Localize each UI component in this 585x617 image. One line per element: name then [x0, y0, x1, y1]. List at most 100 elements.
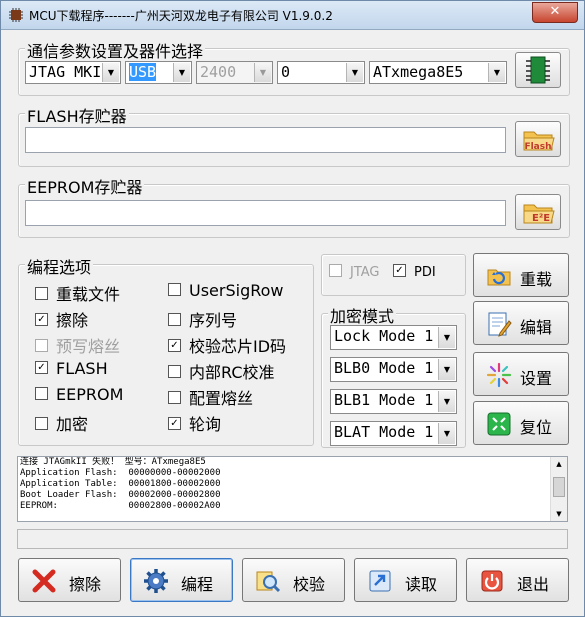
status-bar	[17, 529, 568, 549]
jtag-checkbox[interactable]: JTAG	[329, 264, 380, 280]
option-checkbox[interactable]: ✓ FLASH	[35, 359, 108, 378]
port-select[interactable]: USB ▼	[125, 61, 192, 84]
checkbox-mark	[35, 339, 48, 352]
checkbox-mark	[168, 391, 181, 404]
lock-mode-select[interactable]: Lock Mode 1 ▼	[330, 325, 457, 350]
device-select[interactable]: ATxmega8E5 ▼	[369, 61, 507, 84]
app-icon	[9, 8, 23, 22]
main-window: MCU下载程序-------广州天河双龙电子有限公司 V1.9.0.2 ✕ 通信…	[0, 0, 585, 617]
option-checkbox[interactable]: ✓ 轮询	[168, 411, 221, 435]
option-checkbox[interactable]: ✓ 校验芯片ID码	[168, 333, 286, 357]
log-output[interactable]: 连接 JTAGmkII 失败！ 型号：ATxmega8E5 Application…	[17, 456, 568, 522]
option-label: UserSigRow	[189, 281, 284, 300]
program-button[interactable]: 编程	[130, 558, 233, 602]
svg-text:E²E: E²E	[532, 213, 550, 224]
programmer-value: JTAG MKII	[29, 63, 111, 81]
reload-button[interactable]: 重载	[473, 253, 569, 297]
erase-x-icon	[32, 569, 56, 593]
baud-value: 2400	[200, 63, 237, 81]
read-icon	[369, 570, 391, 592]
baud-select[interactable]: 2400 ▼	[196, 61, 273, 84]
option-checkbox[interactable]: 序列号	[168, 307, 237, 331]
blb1-mode-select[interactable]: BLB1 Mode 1 ▼	[330, 389, 457, 414]
option-label: 擦除	[56, 311, 89, 330]
scroll-down-icon[interactable]: ▼	[551, 507, 567, 521]
option-checkbox[interactable]: 内部RC校准	[168, 359, 275, 383]
chevron-down-icon: ▼	[438, 327, 455, 348]
options-label: 编程选项	[25, 254, 94, 278]
sparkle-icon	[486, 362, 512, 388]
programmer-select[interactable]: JTAG MKII ▼	[25, 61, 121, 84]
chip-icon	[526, 56, 550, 84]
flash-open-button[interactable]: Flash	[515, 121, 561, 157]
checkbox-mark	[35, 387, 48, 400]
eeprom-path-field[interactable]	[25, 200, 506, 226]
erase-button[interactable]: 擦除	[18, 558, 121, 602]
program-label: 编程	[181, 575, 214, 594]
option-checkbox[interactable]: UserSigRow	[168, 281, 284, 300]
scroll-thumb[interactable]	[553, 477, 565, 497]
settings-button[interactable]: 设置	[473, 352, 569, 396]
flash-path-field[interactable]	[25, 127, 506, 153]
checkbox-mark	[168, 283, 181, 296]
checkbox-mark	[168, 365, 181, 378]
checkbox-mark: ✓	[168, 417, 181, 430]
checkbox-mark	[35, 287, 48, 300]
device-value: ATxmega8E5	[373, 63, 464, 81]
gear-icon	[144, 569, 168, 593]
erase-label: 擦除	[69, 575, 102, 594]
settings-label: 设置	[520, 369, 553, 388]
blb0-mode-select[interactable]: BLB0 Mode 1 ▼	[330, 357, 457, 382]
chevron-down-icon: ▼	[102, 63, 119, 82]
jtag-label: JTAG	[350, 265, 380, 280]
option-label: 配置熔丝	[189, 389, 254, 408]
option-label: 加密	[56, 415, 89, 434]
port-value: USB	[129, 63, 157, 81]
option-label: FLASH	[56, 359, 108, 378]
scroll-up-icon[interactable]: ▲	[551, 457, 567, 471]
option-label: EEPROM	[56, 385, 124, 404]
checkbox-mark	[168, 313, 181, 326]
chip-info-button[interactable]	[515, 52, 561, 88]
checkbox-mark: ✓	[35, 361, 48, 374]
reset-button[interactable]: 复位	[473, 401, 569, 445]
edit-label: 编辑	[520, 318, 553, 337]
exit-button[interactable]: 退出	[466, 558, 569, 602]
blat-mode-select[interactable]: BLAT Mode 1 ▼	[330, 421, 457, 446]
option-checkbox[interactable]: ✓ 擦除	[35, 307, 88, 331]
log-line: EEPROM: 00002800-00002A00	[20, 501, 221, 511]
magnifier-icon	[256, 571, 281, 593]
log-scrollbar[interactable]: ▲ ▼	[550, 457, 567, 521]
close-button[interactable]: ✕	[532, 2, 578, 23]
eeprom-open-button[interactable]: E²E	[515, 194, 561, 230]
pdi-checkbox[interactable]: ✓ PDI	[393, 264, 436, 280]
eeprom-label: EEPROM存贮器	[25, 174, 145, 198]
option-label: 轮询	[189, 415, 222, 434]
log-lines: 连接 JTAGmkII 失败！ 型号：ATxmega8E5 Application…	[18, 457, 567, 512]
read-button[interactable]: 读取	[354, 558, 457, 602]
flash-label: FLASH存贮器	[25, 103, 129, 127]
option-label: 内部RC校准	[189, 363, 275, 382]
comm-params-label: 通信参数设置及器件选择	[25, 38, 206, 62]
option-select[interactable]: 0 ▼	[277, 61, 365, 84]
chevron-down-icon: ▼	[438, 359, 455, 380]
option-label: 校验芯片ID码	[189, 337, 287, 356]
pdi-check: ✓	[393, 264, 406, 277]
chevron-down-icon: ▼	[173, 63, 190, 82]
option-checkbox[interactable]: 预写熔丝	[35, 333, 120, 357]
log-line: Application Flash: 00000000-00002000	[20, 468, 221, 478]
option-checkbox[interactable]: 配置熔丝	[168, 385, 253, 409]
lock-mode-value: Lock Mode 1	[334, 327, 434, 345]
option-checkbox[interactable]: 加密	[35, 411, 88, 435]
title-bar: MCU下载程序-------广州天河双龙电子有限公司 V1.9.0.2 ✕	[1, 1, 584, 30]
verify-label: 校验	[293, 575, 326, 594]
option-checkbox[interactable]: EEPROM	[35, 385, 123, 404]
chevron-down-icon: ▼	[346, 63, 363, 82]
reload-label: 重载	[520, 270, 553, 289]
edit-button[interactable]: 编辑	[473, 301, 569, 345]
verify-button[interactable]: 校验	[242, 558, 345, 602]
pdi-label: PDI	[414, 265, 436, 280]
option-checkbox[interactable]: 重载文件	[35, 281, 120, 305]
read-label: 读取	[405, 575, 438, 594]
checkbox-mark	[35, 417, 48, 430]
